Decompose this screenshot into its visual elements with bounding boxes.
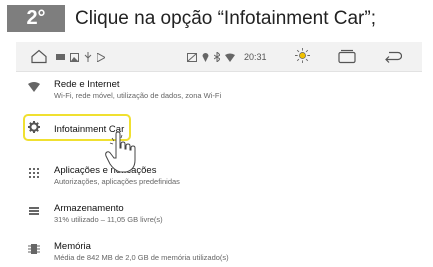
clock: 20:31 xyxy=(244,52,267,62)
home-icon[interactable] xyxy=(30,49,48,64)
settings-item-subtitle: 31% utilizado – 11,05 GB livre(s) xyxy=(54,215,163,224)
bluetooth-icon xyxy=(214,52,220,62)
play-icon xyxy=(97,52,105,62)
wifi-status-icon xyxy=(225,53,235,62)
settings-item-subtitle: Wi-Fi, rede móvel, utilização de dados, … xyxy=(54,91,222,100)
settings-item-subtitle: Média de 842 MB de 2,0 GB de memória uti… xyxy=(54,253,229,262)
media-icon xyxy=(56,54,65,60)
notification-icons xyxy=(56,50,105,64)
storage-icon xyxy=(29,207,39,215)
step-header: 2° Clique na opção “Infotainment Car”; xyxy=(7,5,421,32)
memory-icon xyxy=(28,244,40,254)
settings-item-storage[interactable]: Armazenamento 31% utilizado – 11,05 GB l… xyxy=(16,197,422,231)
location-icon xyxy=(202,53,209,62)
settings-item-memory[interactable]: Memória Média de 842 MB de 2,0 GB de mem… xyxy=(16,235,422,267)
settings-item-network[interactable]: Rede e Internet Wi-Fi, rede móvel, utili… xyxy=(16,73,422,107)
usb-icon xyxy=(84,52,92,62)
settings-item-title: Rede e Internet xyxy=(54,79,120,90)
android-settings-screen: 20:31 Rede e Internet Wi-Fi, rede móvel,… xyxy=(16,42,422,267)
step-instruction: Clique na opção “Infotainment Car”; xyxy=(75,8,376,29)
image-icon xyxy=(70,52,79,62)
system-top-bar: 20:31 xyxy=(16,42,422,72)
apps-grid-icon xyxy=(29,168,39,178)
back-icon[interactable] xyxy=(384,49,402,64)
status-indicators: 20:31 xyxy=(187,50,267,64)
recent-apps-icon[interactable] xyxy=(338,49,356,64)
wifi-icon xyxy=(28,82,40,92)
brightness-icon[interactable] xyxy=(294,48,311,63)
settings-item-apps[interactable]: Aplicações e no..cações Autorizações, ap… xyxy=(16,159,422,193)
settings-item-title: Memória xyxy=(54,241,91,252)
no-sim-icon xyxy=(187,52,197,62)
settings-item-title: Armazenamento xyxy=(54,203,124,214)
settings-item-subtitle: Autorizações, aplicações predefinidas xyxy=(54,177,180,186)
pointing-hand-icon xyxy=(105,132,136,173)
step-number-badge: 2° xyxy=(7,5,65,32)
